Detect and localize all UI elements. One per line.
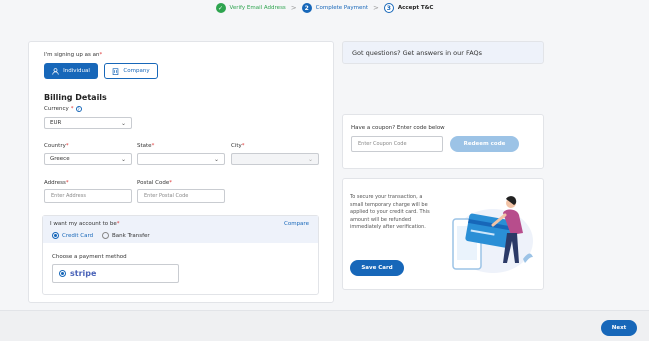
- faq-link[interactable]: FAQs: [466, 49, 482, 57]
- company-label: Company: [123, 68, 150, 74]
- stripe-option[interactable]: stripe: [52, 264, 179, 283]
- step-number: 3: [383, 3, 394, 13]
- state-label: State*: [137, 143, 155, 149]
- state-select[interactable]: ⌄: [137, 153, 225, 165]
- radio-selected-icon: [52, 232, 59, 239]
- country-label: Country*: [44, 143, 69, 149]
- chevron-right-icon: >: [373, 4, 379, 12]
- step-accept-tc: 3 Accept T&C: [383, 3, 434, 13]
- faq-card: Got questions? Get answers in our FAQs: [342, 41, 544, 64]
- help-icon[interactable]: ?: [75, 106, 82, 112]
- address-input[interactable]: Enter Address: [44, 189, 132, 203]
- progress-stepper: ✓ Verify Email Address > 2 Complete Paym…: [0, 0, 649, 16]
- billing-form-card: I'm signing up as an* Individual Company…: [28, 41, 334, 303]
- secure-text: To secure your transaction, a small temp…: [350, 194, 430, 230]
- save-card-button[interactable]: Save Card: [350, 260, 404, 276]
- chevron-down-icon: ⌄: [120, 119, 126, 127]
- coupon-card: Have a coupon? Enter code below Enter Co…: [342, 114, 544, 169]
- chevron-down-icon: ⌄: [213, 155, 219, 163]
- chevron-down-icon: ⌄: [120, 155, 126, 163]
- step-complete-payment: 2 Complete Payment: [301, 3, 369, 13]
- user-icon: [52, 67, 59, 75]
- account-type-label: I want my account to be*: [50, 221, 120, 227]
- individual-label: Individual: [63, 68, 90, 74]
- compare-link[interactable]: Compare: [284, 221, 309, 227]
- step-number: 2: [301, 3, 312, 13]
- postal-code-input[interactable]: Enter Postal Code: [137, 189, 225, 203]
- currency-label: Currency * ?: [44, 106, 82, 112]
- step-verify-email: ✓ Verify Email Address: [215, 3, 286, 13]
- radio-selected-icon: [59, 270, 66, 277]
- step-label: Verify Email Address: [229, 5, 286, 11]
- city-select[interactable]: ⌄: [231, 153, 319, 165]
- check-icon: ✓: [215, 3, 226, 13]
- signup-as-label: I'm signing up as an*: [44, 52, 103, 58]
- city-label: City*: [231, 143, 245, 149]
- payment-method-label: Choose a payment method: [52, 254, 127, 260]
- postal-code-label: Postal Code*: [137, 180, 172, 186]
- building-icon: [113, 67, 119, 75]
- company-button[interactable]: Company: [104, 63, 158, 79]
- step-label: Complete Payment: [315, 5, 369, 11]
- stripe-logo: stripe: [70, 269, 97, 278]
- step-label: Accept T&C: [397, 5, 434, 11]
- credit-card-illustration: [452, 196, 533, 273]
- bank-transfer-radio[interactable]: Bank Transfer: [102, 232, 150, 239]
- footer-bar: Next: [0, 310, 649, 341]
- coupon-label: Have a coupon? Enter code below: [351, 125, 445, 131]
- secure-card: To secure your transaction, a small temp…: [342, 178, 544, 290]
- individual-button[interactable]: Individual: [44, 63, 98, 79]
- currency-select[interactable]: EUR ⌄: [44, 117, 132, 129]
- address-label: Address*: [44, 180, 69, 186]
- billing-title: Billing Details: [44, 93, 107, 102]
- radio-icon: [102, 232, 109, 239]
- coupon-input[interactable]: Enter Coupon Code: [351, 136, 443, 152]
- next-button[interactable]: Next: [601, 320, 637, 336]
- faq-text: Got questions? Get answers in our: [352, 48, 464, 57]
- chevron-down-icon: ⌄: [307, 155, 313, 163]
- credit-card-radio[interactable]: Credit Card: [52, 232, 93, 239]
- chevron-right-icon: >: [290, 4, 297, 12]
- country-select[interactable]: Greece ⌄: [44, 153, 132, 165]
- payment-box: I want my account to be* Compare Credit …: [42, 215, 319, 295]
- redeem-button[interactable]: Redeem code: [450, 136, 519, 152]
